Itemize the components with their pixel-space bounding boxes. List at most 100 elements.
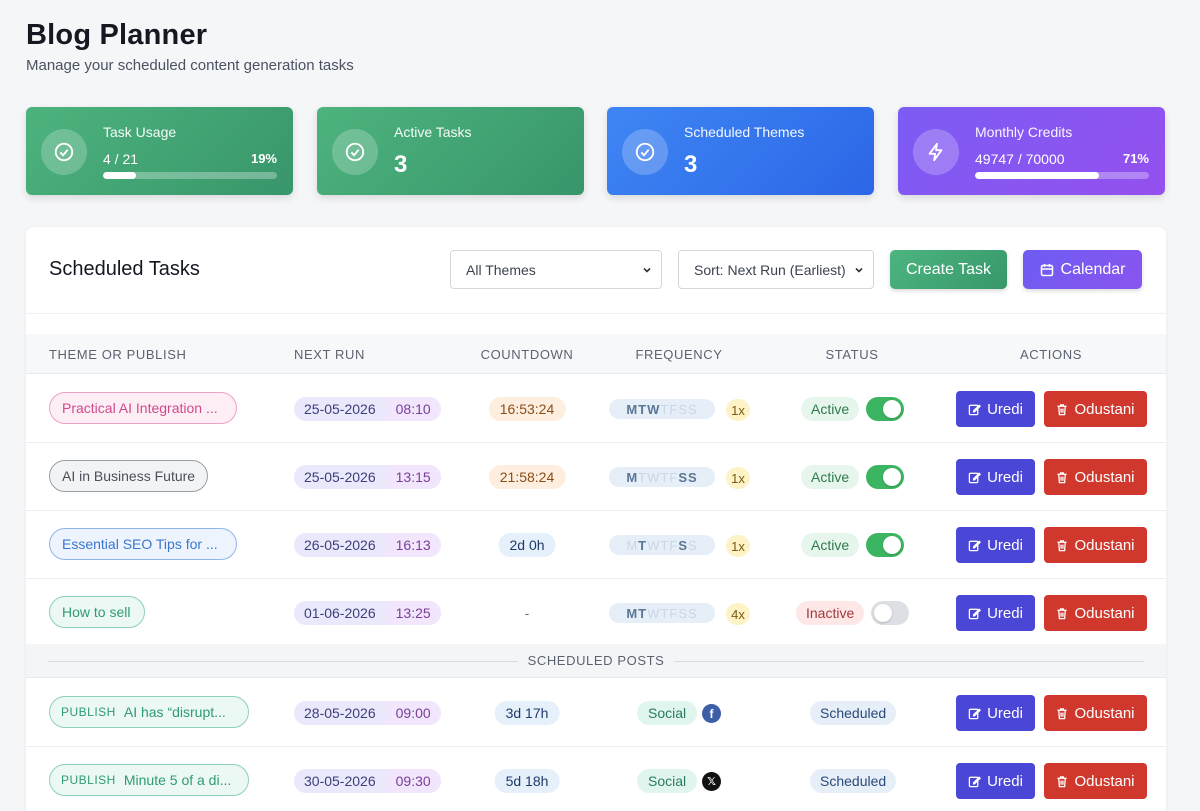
next-run-date: 30-05-2026 [304, 773, 376, 789]
frequency-days: MTWTFSS [609, 399, 715, 419]
frequency-day: T [660, 537, 670, 553]
frequency-times: 1x [726, 535, 750, 557]
edit-icon [968, 707, 982, 719]
column-header: FREQUENCY [635, 347, 723, 362]
edit-label: Uredi [987, 468, 1023, 486]
active-tasks-card: Active Tasks 3 [317, 107, 584, 195]
theme-filter-select[interactable]: All Themes [450, 250, 662, 289]
task-usage-value: 4 / 21 [103, 151, 139, 167]
cancel-button[interactable]: Odustani [1044, 695, 1147, 731]
edit-button[interactable]: Uredi [956, 695, 1035, 731]
frequency-day: S [687, 537, 698, 553]
frequency-day: M [626, 469, 639, 485]
frequency-day: S [687, 605, 698, 621]
task-usage-label: Task Usage [103, 124, 177, 140]
frequency-day: F [669, 537, 679, 553]
next-run-time: 16:13 [385, 533, 441, 557]
publish-tag: PUBLISH [61, 773, 116, 787]
next-run-date: 25-05-2026 [304, 401, 376, 417]
sort-select[interactable]: Sort: Next Run (Earliest) [678, 250, 874, 289]
next-run: 01-06-2026 13:25 [294, 601, 441, 625]
scheduled-tasks-panel: Scheduled Tasks All Themes Sort: Next Ru… [26, 227, 1166, 811]
cancel-button[interactable]: Odustani [1044, 763, 1147, 799]
lightning-icon [913, 129, 959, 175]
panel-title: Scheduled Tasks [49, 258, 200, 280]
edit-button[interactable]: Uredi [956, 595, 1035, 631]
edit-button[interactable]: Uredi [956, 763, 1035, 799]
edit-button[interactable]: Uredi [956, 459, 1035, 495]
next-run-time: 08:10 [385, 397, 441, 421]
edit-button[interactable]: Uredi [956, 391, 1035, 427]
frequency-day: S [678, 401, 688, 417]
theme-pill[interactable]: AI in Business Future [49, 460, 208, 492]
frequency-day: F [669, 469, 679, 485]
trash-icon [1057, 707, 1068, 719]
status-toggle[interactable] [866, 533, 904, 557]
status-badge: Scheduled [810, 701, 897, 725]
status-toggle[interactable] [871, 601, 909, 625]
theme-pill[interactable]: How to sell [49, 596, 145, 628]
x-icon: 𝕏 [702, 772, 721, 791]
active-tasks-value: 3 [394, 151, 408, 178]
edit-button[interactable]: Uredi [956, 527, 1035, 563]
trash-icon [1057, 775, 1068, 787]
cancel-label: Odustani [1074, 468, 1135, 486]
status-toggle[interactable] [866, 465, 904, 489]
edit-icon [968, 403, 982, 415]
edit-icon [968, 539, 982, 551]
create-task-button[interactable]: Create Task [890, 250, 1007, 289]
theme-pill[interactable]: Essential SEO Tips for ... [49, 528, 237, 560]
table-row: AI in Business Future 25-05-2026 13:15 21… [26, 443, 1166, 511]
frequency-days: MTWTFSS [609, 535, 715, 555]
theme-pill[interactable]: Practical AI Integration ... [49, 392, 237, 424]
cancel-button[interactable]: Odustani [1044, 391, 1147, 427]
next-run-time: 13:15 [385, 465, 441, 489]
calendar-button[interactable]: Calendar [1023, 250, 1142, 289]
toggle-knob [883, 400, 901, 418]
frequency-times: 1x [726, 467, 750, 489]
frequency-day: T [638, 537, 648, 553]
frequency-day: W [647, 469, 661, 485]
countdown: 3d 17h [494, 701, 560, 725]
status-toggle[interactable] [866, 397, 904, 421]
next-run-date: 01-06-2026 [304, 605, 376, 621]
toggle-knob [883, 536, 901, 554]
next-run-time: 13:25 [385, 601, 441, 625]
publish-pill[interactable]: PUBLISH Minute 5 of a di... [49, 764, 249, 796]
table-row: PUBLISH Minute 5 of a di... 30-05-2026 09:… [26, 747, 1166, 811]
countdown: 2d 0h [498, 533, 556, 557]
status-badge: Inactive [796, 601, 865, 625]
column-header: STATUS [825, 347, 879, 362]
monthly-credits-value: 49747 / 70000 [975, 151, 1065, 167]
cancel-button[interactable]: Odustani [1044, 527, 1147, 563]
cancel-button[interactable]: Odustani [1044, 459, 1147, 495]
edit-label: Uredi [987, 772, 1023, 790]
status-badge: Active [801, 465, 860, 489]
next-run-date: 25-05-2026 [304, 469, 376, 485]
countdown: 16:53:24 [488, 397, 566, 421]
active-tasks-label: Active Tasks [394, 124, 472, 140]
status-badge: Active [801, 397, 860, 421]
frequency-days: MTWTFSS [609, 603, 715, 623]
toggle-knob [874, 604, 892, 622]
monthly-credits-bar-fill [975, 172, 1099, 179]
status-badge: Active [801, 533, 860, 557]
edit-label: Uredi [987, 604, 1023, 622]
next-run: 26-05-2026 16:13 [294, 533, 441, 557]
column-header: COUNTDOWN [480, 347, 574, 362]
column-header: NEXT RUN [294, 347, 366, 362]
next-run: 28-05-2026 09:00 [294, 701, 441, 725]
trash-icon [1057, 539, 1068, 551]
trash-icon [1057, 607, 1068, 619]
frequency-day: M [626, 401, 639, 417]
cancel-label: Odustani [1074, 704, 1135, 722]
edit-icon [968, 471, 982, 483]
frequency-day: S [687, 469, 698, 485]
cancel-button[interactable]: Odustani [1044, 595, 1147, 631]
facebook-icon: f [702, 704, 721, 723]
edit-label: Uredi [987, 400, 1023, 418]
publish-pill[interactable]: PUBLISH AI has “disrupt... [49, 696, 249, 728]
frequency-day: F [669, 401, 679, 417]
publish-tag: PUBLISH [61, 705, 116, 719]
frequency-day: T [638, 605, 648, 621]
